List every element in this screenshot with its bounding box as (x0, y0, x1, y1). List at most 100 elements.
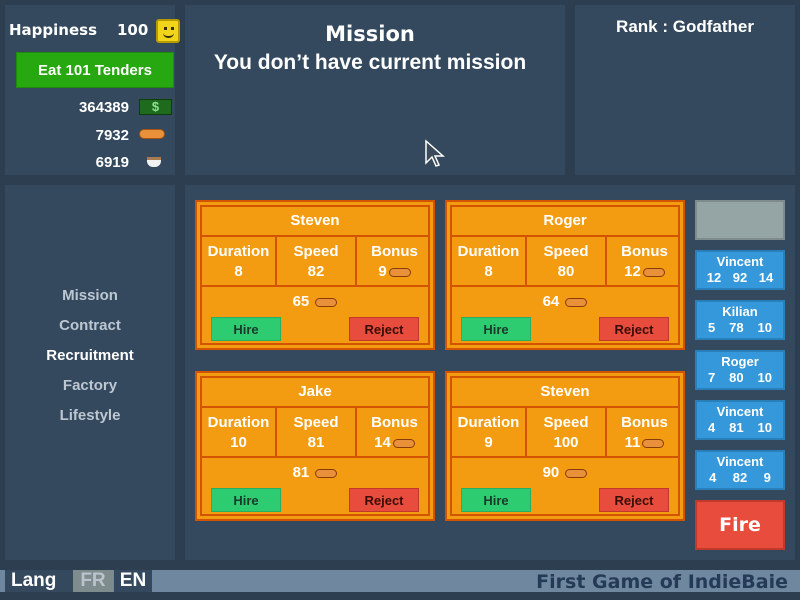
speed-cell: Speed 100 (527, 408, 607, 456)
menu-panel: Mission Contract Recruitment Factory Lif… (5, 185, 175, 560)
speed-cell: Speed 81 (277, 408, 357, 456)
rank-text: Rank : Godfather (616, 17, 754, 36)
mission-panel: Mission You don’t have current mission (185, 5, 565, 175)
candidate-stats: Duration 8 Speed 82 Bonus 9 (202, 237, 428, 287)
speed-value: 81 (307, 434, 325, 451)
cost-value: 81 (292, 464, 310, 481)
duration-cell: Duration 10 (202, 408, 277, 456)
lang-en-button[interactable]: EN (114, 570, 152, 592)
cup-icon (147, 157, 161, 167)
reject-button[interactable]: Reject (349, 488, 419, 512)
hire-button[interactable]: Hire (461, 488, 531, 512)
cost-value: 64 (542, 293, 560, 310)
mouse-cursor-icon (425, 139, 445, 167)
cups-value: 6919 (95, 154, 129, 171)
speed-cell: Speed 80 (527, 237, 607, 285)
money-value: 364389 (78, 99, 129, 116)
bonus-label: Bonus (621, 414, 668, 431)
lang-fr-button[interactable]: FR (73, 570, 113, 592)
bonus-cell: Bonus 12 (607, 237, 682, 285)
employee-duration: 5 (707, 320, 716, 335)
empty-employee-slot[interactable] (695, 200, 785, 240)
employee-name: Vincent (716, 254, 764, 269)
employee-speed: 82 (732, 470, 748, 485)
speed-label: Speed (543, 414, 589, 431)
recruitment-panel: Steven Duration 8 Speed 82 Bonus 9 65 Hire … (185, 185, 795, 560)
menu-item-lifestyle[interactable]: Lifestyle (5, 405, 175, 435)
employee-bonus: 14 (758, 270, 774, 285)
dollar-bill-icon: $ (139, 99, 172, 115)
speed-cell: Speed 82 (277, 237, 357, 285)
speed-value: 82 (307, 263, 325, 280)
reject-button[interactable]: Reject (349, 317, 419, 341)
employee-item[interactable]: Vincent 12 92 14 (695, 250, 785, 290)
speed-label: Speed (543, 243, 589, 260)
employee-duration: 4 (709, 470, 717, 485)
lang-label: Lang (5, 570, 73, 592)
candidate-card: Jake Duration 10 Speed 81 Bonus 14 81 Hire … (195, 371, 435, 521)
employee-item[interactable]: Roger 7 80 10 (695, 350, 785, 390)
candidate-name: Steven (202, 207, 428, 237)
bonus-label: Bonus (621, 243, 668, 260)
bonus-cell: Bonus 14 (357, 408, 432, 456)
candidate-name: Jake (202, 378, 428, 408)
employee-name: Vincent (716, 404, 764, 419)
bonus-label: Bonus (371, 414, 418, 431)
tender-icon (388, 267, 411, 277)
employee-bonus: 10 (757, 420, 773, 435)
bonus-cell: Bonus 11 (607, 408, 682, 456)
smiley-icon (156, 19, 180, 43)
duration-value: 8 (234, 263, 243, 280)
happiness-value: 100 (117, 21, 149, 39)
fire-button[interactable]: Fire (695, 500, 785, 550)
duration-label: Duration (207, 414, 270, 431)
duration-value: 10 (230, 434, 247, 451)
employee-item[interactable]: Vincent 4 81 10 (695, 400, 785, 440)
employee-speed: 81 (729, 420, 744, 435)
tender-icon (315, 297, 338, 307)
menu-item-contract[interactable]: Contract (5, 315, 175, 345)
duration-cell: Duration 8 (452, 237, 527, 285)
employee-bonus: 9 (763, 470, 771, 485)
bonus-value: 12 (624, 263, 641, 280)
candidate-name: Steven (452, 378, 678, 408)
reject-button[interactable]: Reject (599, 488, 669, 512)
tenders-value: 7932 (95, 127, 129, 144)
credit-text: First Game of IndieBaie (536, 571, 788, 593)
employee-name: Kilian (722, 304, 758, 319)
employee-duration: 12 (706, 270, 722, 285)
hire-button[interactable]: Hire (211, 317, 281, 341)
speed-value: 80 (557, 263, 575, 280)
tender-icon (565, 468, 588, 478)
hire-button[interactable]: Hire (461, 317, 531, 341)
employee-item[interactable]: Kilian 5 78 10 (695, 300, 785, 340)
duration-label: Duration (457, 243, 520, 260)
duration-cell: Duration 9 (452, 408, 527, 456)
mission-text: You don’t have current mission (213, 51, 527, 74)
hire-button[interactable]: Hire (211, 488, 281, 512)
happiness-label: Happiness (9, 21, 98, 39)
bonus-cell: Bonus 9 (357, 237, 432, 285)
tender-icon (565, 297, 588, 307)
candidate-cost: 90 (452, 464, 678, 481)
footer-bar: Lang FR EN First Game of IndieBaie (0, 570, 800, 593)
tender-icon (315, 468, 338, 478)
duration-value: 8 (484, 263, 493, 280)
menu-item-mission[interactable]: Mission (5, 285, 175, 315)
stats-panel: Happiness 100 Eat 101 Tenders 364389 $ 7… (5, 5, 180, 175)
duration-label: Duration (457, 414, 520, 431)
cost-value: 90 (542, 464, 560, 481)
candidate-card: Steven Duration 9 Speed 100 Bonus 11 90 Hir… (445, 371, 685, 521)
candidate-card: Roger Duration 8 Speed 80 Bonus 12 64 Hire … (445, 200, 685, 350)
speed-value: 100 (553, 434, 579, 451)
menu-item-recruitment[interactable]: Recruitment (5, 345, 175, 375)
employee-item[interactable]: Vincent 4 82 9 (695, 450, 785, 490)
menu-list: Mission Contract Recruitment Factory Lif… (5, 285, 175, 435)
candidate-name: Roger (452, 207, 678, 237)
menu-item-factory[interactable]: Factory (5, 375, 175, 405)
reject-button[interactable]: Reject (599, 317, 669, 341)
candidate-stats: Duration 8 Speed 80 Bonus 12 (452, 237, 678, 287)
goal-button[interactable]: Eat 101 Tenders (16, 52, 174, 88)
duration-cell: Duration 8 (202, 237, 277, 285)
speed-label: Speed (293, 414, 339, 431)
